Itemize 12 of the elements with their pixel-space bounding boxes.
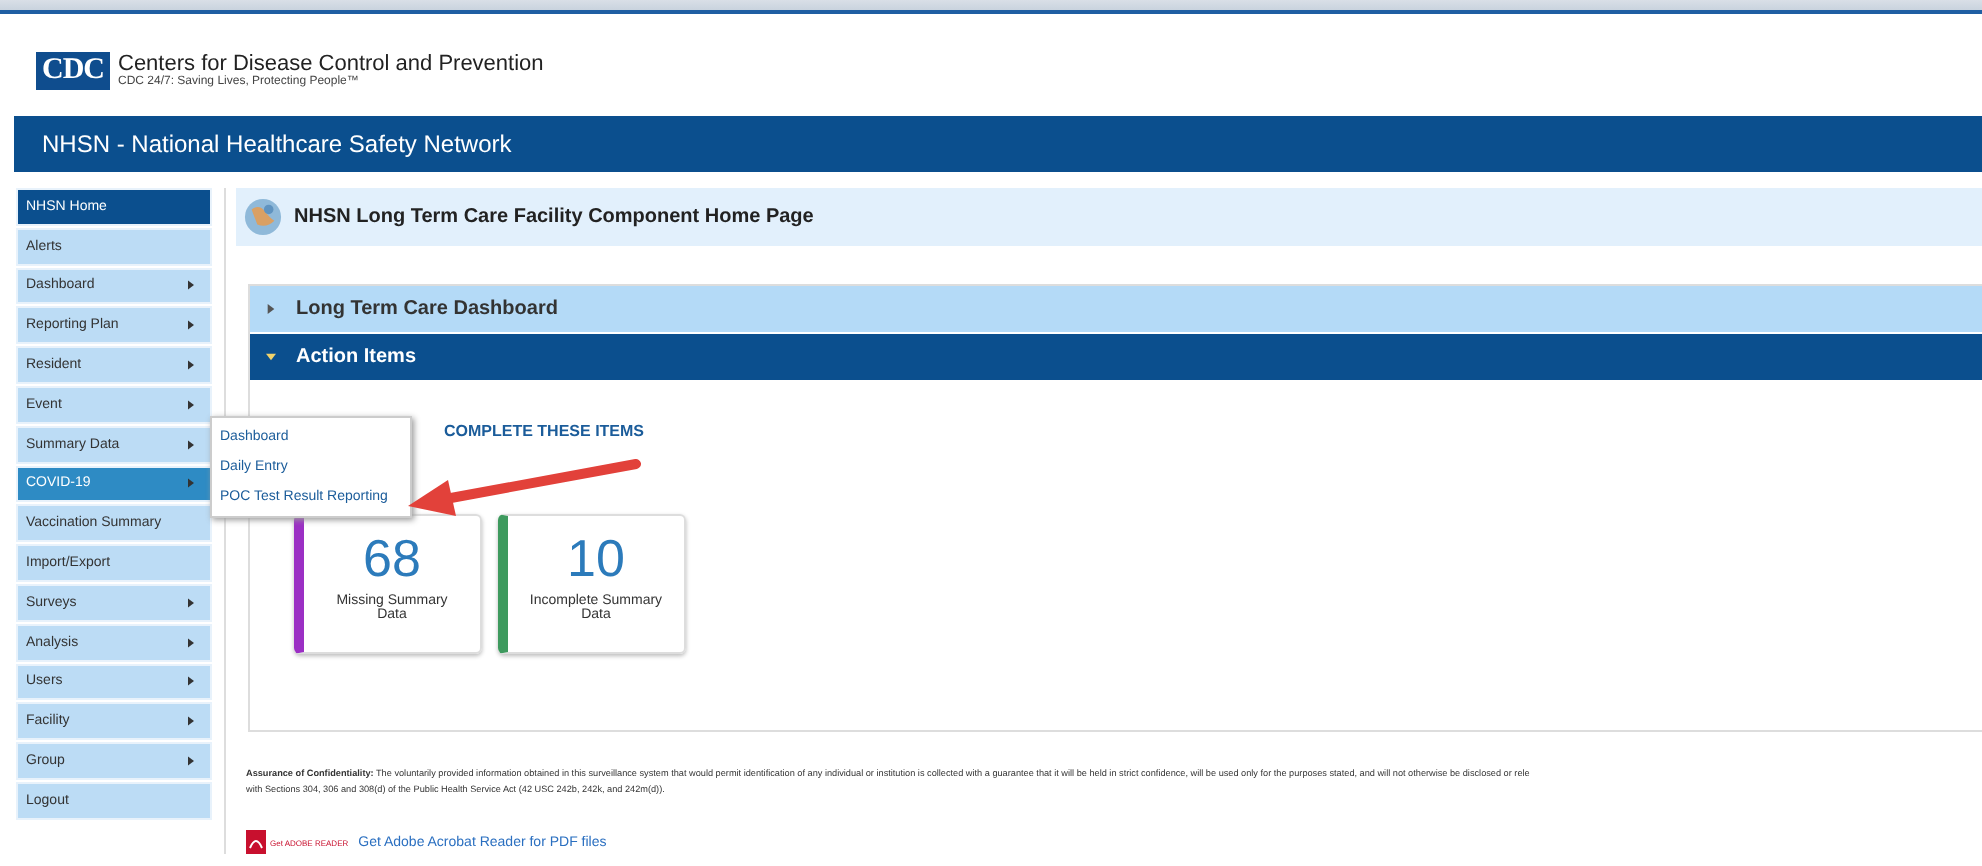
section-header[interactable]: Long Term Care Dashboard — [250, 286, 1982, 334]
banner-title: NHSN - National Healthcare Safety Network — [42, 130, 512, 158]
cdc-logo: CDC — [36, 51, 110, 89]
caret-icon — [266, 304, 276, 314]
globe-icon — [244, 198, 282, 236]
page-title: NHSN Long Term Care Facility Component Home Page — [294, 206, 814, 228]
card-count: 68 — [363, 528, 421, 590]
caret-icon — [266, 352, 276, 362]
card-count: 10 — [567, 528, 625, 590]
org-name: Centers for Disease Control and Prevention — [118, 52, 544, 76]
section-heading: COMPLETE THESE ITEMS — [444, 422, 647, 440]
section-header[interactable]: Action Items — [250, 334, 1982, 382]
